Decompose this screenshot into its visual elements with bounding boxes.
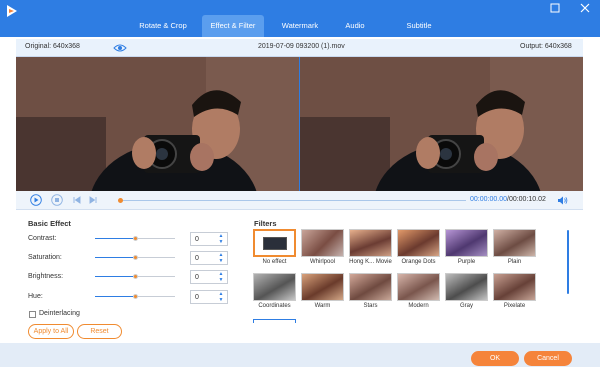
contrast-input[interactable]: 0 ▲ ▼ xyxy=(190,232,228,246)
filter-purple[interactable]: Purple xyxy=(445,229,488,267)
filter-no-effect[interactable]: No effect xyxy=(253,229,296,267)
filter-warm[interactable]: Warm xyxy=(301,273,344,311)
tab-effect-filter[interactable]: Effect & Filter xyxy=(202,15,264,37)
timeline-slider[interactable] xyxy=(118,198,466,203)
hue-down-icon[interactable]: ▼ xyxy=(217,297,225,303)
eye-icon[interactable] xyxy=(113,43,127,53)
brightness-down-icon[interactable]: ▼ xyxy=(217,277,225,283)
brightness-label: Brightness: xyxy=(28,273,64,280)
stop-icon[interactable] xyxy=(51,194,63,206)
filter-thumbnail xyxy=(253,273,296,301)
saturation-label: Saturation: xyxy=(28,254,62,261)
filter-thumbnail xyxy=(397,273,440,301)
tab-watermark[interactable]: Watermark xyxy=(264,15,336,37)
video-frame-original xyxy=(16,57,299,191)
playback-controls: 00:00:00.00/00:00:10.02 xyxy=(16,191,583,210)
hue-thumb[interactable] xyxy=(133,294,138,299)
filter-thumbnail xyxy=(493,229,536,257)
timeline-knob[interactable] xyxy=(118,198,123,203)
filter-plain[interactable]: Plain xyxy=(493,229,536,267)
hue-input[interactable]: 0 ▲ ▼ xyxy=(190,290,228,304)
filter-thumbnail xyxy=(493,273,536,301)
deinterlacing-checkbox[interactable] xyxy=(29,311,36,318)
hue-label: Hue: xyxy=(28,293,43,300)
brightness-input[interactable]: 0 ▲ ▼ xyxy=(190,270,228,284)
tab-subtitle[interactable]: Subtitle xyxy=(374,15,464,37)
apply-to-all-button[interactable]: Apply to All xyxy=(28,324,74,339)
filters-title: Filters xyxy=(254,219,277,228)
deinterlacing-label: Deinterlacing xyxy=(39,310,80,317)
filter-coordinates[interactable]: Coordinates xyxy=(253,273,296,311)
filter-next-row-edge xyxy=(253,319,296,323)
video-preview xyxy=(16,57,583,191)
original-resolution: Original: 640x368 xyxy=(25,43,80,50)
output-resolution: Output: 640x368 xyxy=(520,43,572,50)
video-frame-output xyxy=(300,57,583,191)
saturation-down-icon[interactable]: ▼ xyxy=(217,258,225,264)
ok-button[interactable]: OK xyxy=(471,351,519,366)
previous-frame-icon[interactable] xyxy=(71,194,83,206)
info-bar: Original: 640x368 2019-07-09 093200 (1).… xyxy=(16,39,583,57)
dialog-footer: OK Cancel xyxy=(0,343,600,367)
volume-icon[interactable] xyxy=(557,195,568,206)
duration: 00:00:10.02 xyxy=(508,196,546,203)
filter-whirlpool[interactable]: Whirlpool xyxy=(301,229,344,267)
contrast-label: Contrast: xyxy=(28,235,57,242)
contrast-thumb[interactable] xyxy=(133,236,138,241)
basic-effect-title: Basic Effect xyxy=(28,219,71,228)
reset-button[interactable]: Reset xyxy=(77,324,122,339)
filter-pixelate[interactable]: Pixelate xyxy=(493,273,536,311)
current-time: 00:00:00.00 xyxy=(470,196,507,203)
original-preview xyxy=(16,57,299,191)
filter-thumbnail xyxy=(445,229,488,257)
saturation-input[interactable]: 0 ▲ ▼ xyxy=(190,251,228,265)
hue-slider[interactable] xyxy=(95,294,175,299)
brightness-slider[interactable] xyxy=(95,274,175,279)
tab-rotate-crop[interactable]: Rotate & Crop xyxy=(124,15,202,37)
cancel-button[interactable]: Cancel xyxy=(524,351,572,366)
file-name: 2019-07-09 093200 (1).mov xyxy=(258,43,345,50)
filters-scrollbar[interactable] xyxy=(567,230,569,294)
brightness-thumb[interactable] xyxy=(133,274,138,279)
filter-grid: No effect Whirlpool Hong K... Movie Oran… xyxy=(253,229,553,323)
filter-hong-kong-movie[interactable]: Hong K... Movie xyxy=(349,229,392,267)
filter-modern[interactable]: Modern xyxy=(397,273,440,311)
filter-thumbnail xyxy=(301,273,344,301)
app-logo-icon xyxy=(7,5,17,17)
saturation-slider[interactable] xyxy=(95,255,175,260)
filter-thumbnail xyxy=(445,273,488,301)
filter-thumbnail xyxy=(349,273,392,301)
tabs: Rotate & Crop Effect & Filter Watermark … xyxy=(124,15,464,37)
filter-orange-dots[interactable]: Orange Dots xyxy=(397,229,440,267)
play-icon[interactable] xyxy=(30,194,42,206)
filter-thumbnail xyxy=(397,229,440,257)
next-frame-icon[interactable] xyxy=(87,194,99,206)
filter-thumbnail xyxy=(253,229,296,257)
filter-gray[interactable]: Gray xyxy=(445,273,488,311)
close-icon[interactable] xyxy=(578,2,592,14)
filter-thumbnail xyxy=(301,229,344,257)
tab-bar: Rotate & Crop Effect & Filter Watermark … xyxy=(0,0,600,37)
tab-audio[interactable]: Audio xyxy=(336,15,374,37)
contrast-slider[interactable] xyxy=(95,236,175,241)
maximize-icon[interactable] xyxy=(548,2,562,14)
filter-stars[interactable]: Stars xyxy=(349,273,392,311)
output-preview xyxy=(300,57,583,191)
filter-thumbnail xyxy=(349,229,392,257)
contrast-down-icon[interactable]: ▼ xyxy=(217,239,225,245)
saturation-thumb[interactable] xyxy=(133,255,138,260)
time-display: 00:00:00.00/00:00:10.02 xyxy=(470,196,546,203)
